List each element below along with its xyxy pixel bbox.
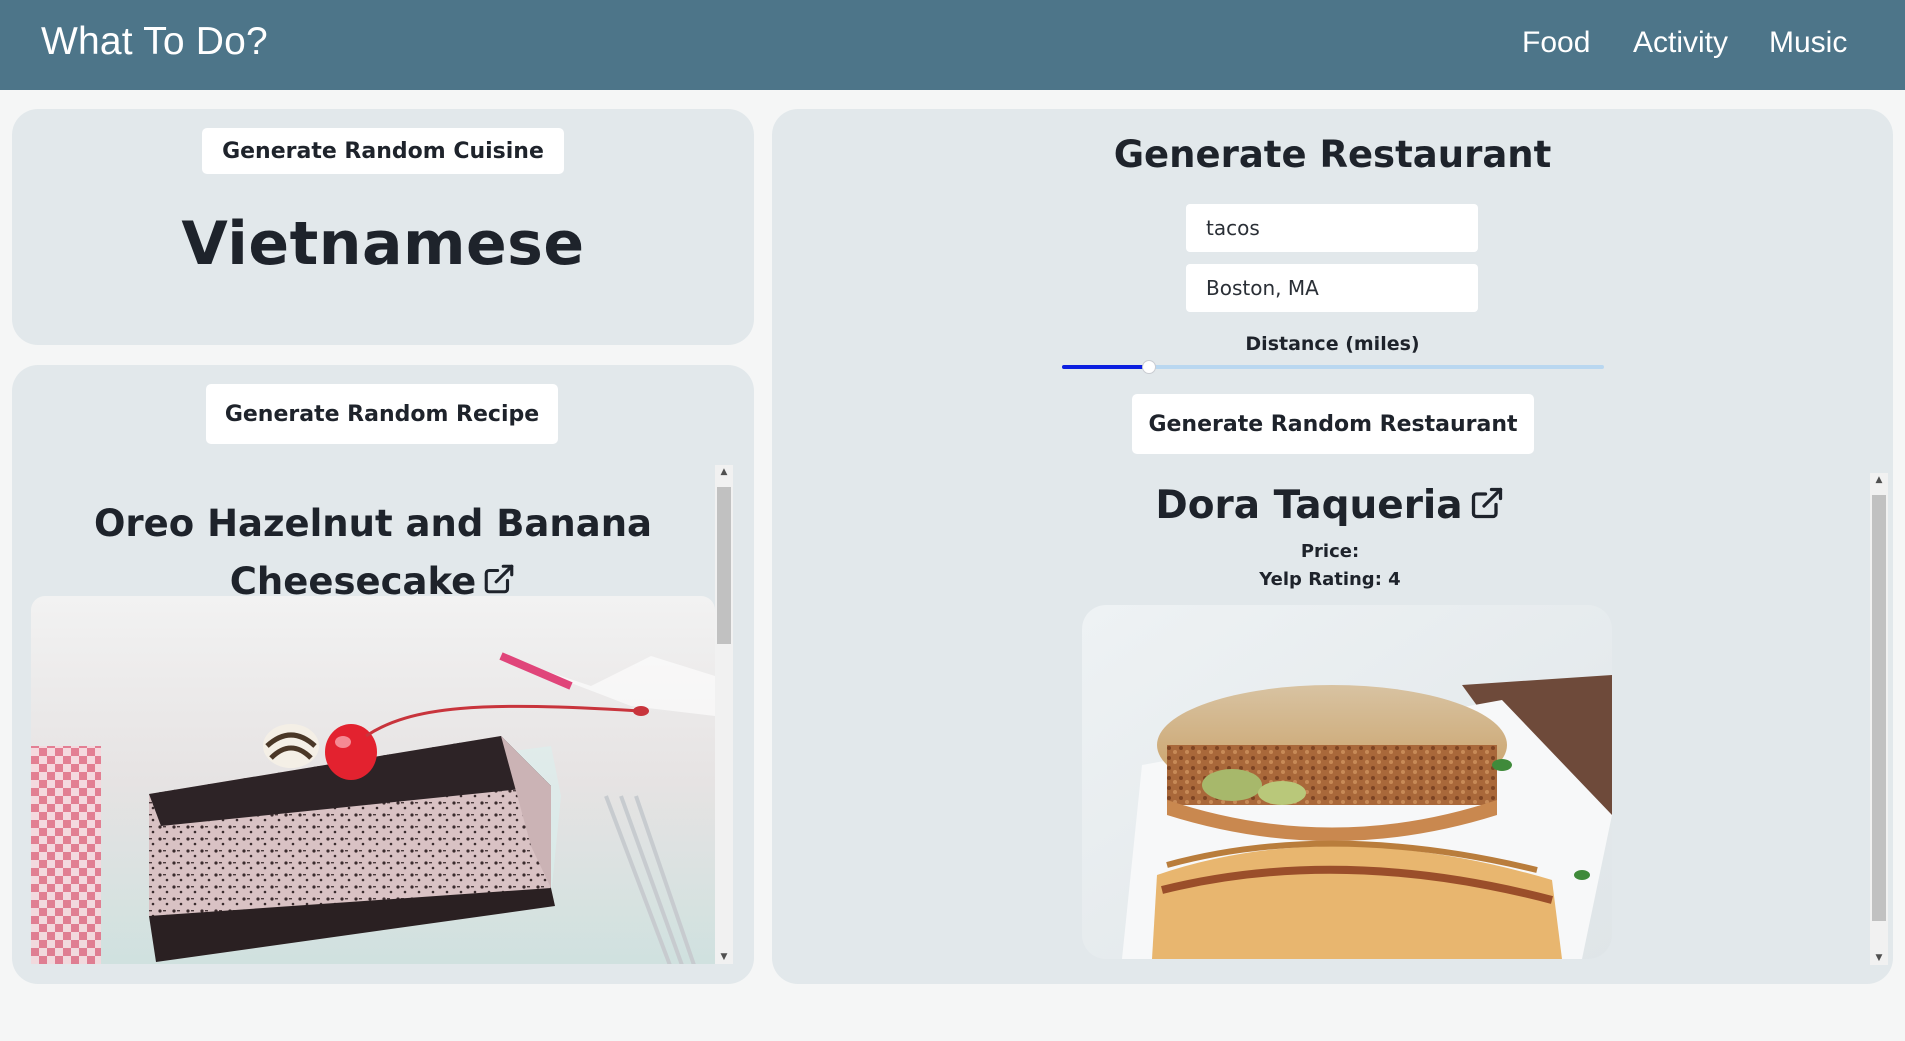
scroll-down-icon[interactable]: ▼ [1870, 951, 1888, 965]
distance-slider-thumb[interactable] [1141, 360, 1156, 374]
recipe-scrollbar[interactable]: ▲ ▼ [715, 465, 733, 964]
recipe-card: Generate Random Recipe Oreo Hazelnut and… [12, 365, 754, 984]
restaurant-price: Price: [1300, 541, 1360, 562]
location-input[interactable] [1186, 264, 1478, 312]
restaurant-scrollbar[interactable]: ▲ ▼ [1870, 473, 1888, 965]
distance-label: Distance (miles) [1245, 333, 1420, 355]
navbar: What To Do? Food Activity Music [0, 0, 1905, 90]
recipe-scroll-thumb[interactable] [717, 487, 731, 644]
nav-link-food[interactable]: Food [1522, 26, 1590, 60]
restaurant-rating: Yelp Rating: 4 [1259, 569, 1401, 590]
recipe-title-line1: Oreo Hazelnut and Banana [93, 502, 653, 545]
recipe-scroll-area[interactable]: Oreo Hazelnut and Banana Cheesecake [31, 465, 715, 964]
generate-cuisine-button[interactable]: Generate Random Cuisine [202, 128, 564, 174]
restaurant-scroll-thumb[interactable] [1872, 495, 1886, 921]
external-link-icon[interactable] [1469, 485, 1505, 531]
restaurant-scroll-area[interactable]: Dora Taqueria Price: Yelp Rating: 4 [790, 473, 1870, 965]
distance-slider-fill [1062, 365, 1149, 369]
search-term-input[interactable] [1186, 204, 1478, 252]
brand-title[interactable]: What To Do? [41, 20, 268, 64]
restaurant-image [1082, 605, 1612, 959]
cuisine-result: Vietnamese [181, 209, 585, 279]
nav-link-activity[interactable]: Activity [1633, 26, 1728, 60]
generate-recipe-button[interactable]: Generate Random Recipe [206, 384, 558, 444]
cuisine-card: Generate Random Cuisine Vietnamese [12, 109, 754, 345]
recipe-image [31, 596, 715, 964]
nav-link-music[interactable]: Music [1769, 26, 1847, 60]
restaurant-heading: Generate Restaurant [1113, 133, 1552, 176]
restaurant-name-text: Dora Taqueria [1155, 483, 1463, 528]
scroll-down-icon[interactable]: ▼ [715, 950, 733, 964]
scroll-up-icon[interactable]: ▲ [1870, 473, 1888, 487]
scroll-up-icon[interactable]: ▲ [715, 465, 733, 479]
restaurant-card: Generate Restaurant Distance (miles) Gen… [772, 109, 1893, 984]
restaurant-name: Dora Taqueria [790, 483, 1870, 531]
generate-restaurant-button[interactable]: Generate Random Restaurant [1132, 394, 1534, 454]
recipe-title: Oreo Hazelnut and Banana Cheesecake [31, 495, 715, 613]
